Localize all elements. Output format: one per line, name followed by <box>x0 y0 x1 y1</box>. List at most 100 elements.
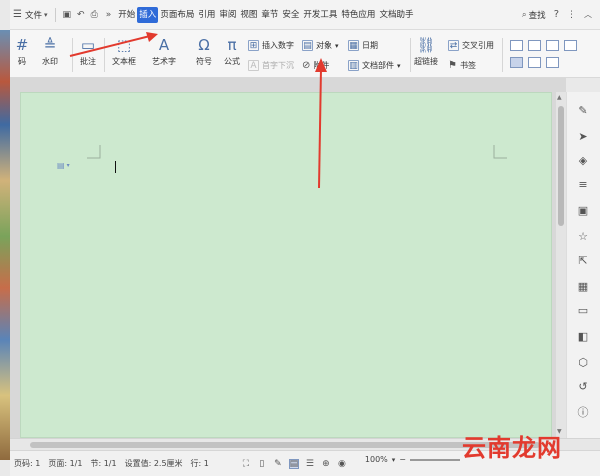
doc-parts-button[interactable]: ▥ 文档部件 ▾ <box>348 60 401 71</box>
tab-view[interactable]: 视图 <box>238 7 259 23</box>
site-watermark: 云南龙网 <box>462 434 562 462</box>
watermark-button[interactable]: ≜ 水印 <box>40 36 60 67</box>
omega-icon: Ω <box>198 36 210 54</box>
shield-icon[interactable]: ⬡ <box>575 354 591 370</box>
insert-number-button[interactable]: ⊞ 插入数字 <box>248 40 294 51</box>
comment-icon: ▭ <box>80 36 96 54</box>
paperclip-icon: ⊘ <box>302 60 311 71</box>
tab-insert[interactable]: 插入 <box>137 6 159 23</box>
divider <box>54 7 56 22</box>
date-button[interactable]: ▦ 日期 <box>348 40 378 51</box>
layout-option-4[interactable] <box>564 40 577 51</box>
cross-ref-button[interactable]: ⇄ 交叉引用 <box>448 40 494 51</box>
bookmark-button[interactable]: ⚑ 书签 <box>448 60 476 71</box>
tab-developer[interactable]: 开发工具 <box>301 7 339 23</box>
symbol-label: 符号 <box>196 57 212 66</box>
collapse-ribbon-icon[interactable]: ︿ <box>584 9 592 20</box>
paste-options-control[interactable]: ▤ ▾ <box>57 161 70 170</box>
gallery-icon[interactable]: ▣ <box>575 202 591 218</box>
outline-view-icon[interactable]: ☰ <box>305 459 315 469</box>
watermark-icon: ≜ <box>43 36 57 54</box>
layout-option-6[interactable] <box>528 57 541 68</box>
layout-option-7[interactable] <box>546 57 559 68</box>
help-circle-icon[interactable]: ⓘ <box>575 404 591 420</box>
tab-security[interactable]: 安全 <box>280 7 301 23</box>
eye-protect-icon[interactable]: ◉ <box>337 459 347 469</box>
more-menu-icon[interactable]: ⋮ <box>567 10 576 20</box>
bookmark-label: 书签 <box>459 61 476 70</box>
vertical-scrollbar[interactable]: ▲ ▼ <box>556 92 566 438</box>
edit-icon[interactable]: ✎ <box>575 102 591 118</box>
tab-special-apps[interactable]: 特色应用 <box>339 7 377 23</box>
archive-icon[interactable]: ▭ <box>575 302 591 318</box>
print-icon[interactable]: ⎙ <box>91 10 98 20</box>
reading-mode-icon[interactable]: ▯ <box>257 459 267 469</box>
layout-option-3[interactable] <box>546 40 559 51</box>
menu-bar: ☰ 文件 ▾ ▣ ↶ ⎙ » 开始 插入 页面布局 引用 审阅 视图 章节 安全… <box>10 0 600 30</box>
tab-review[interactable]: 审阅 <box>217 7 238 23</box>
share-icon[interactable]: ⇱ <box>575 252 591 268</box>
object-label: 对象 <box>316 41 332 50</box>
undo-icon[interactable]: ↶ <box>77 10 85 20</box>
drop-cap-button[interactable]: A 首字下沉 <box>248 60 294 71</box>
symbol-button[interactable]: Ω 符号 <box>194 36 214 67</box>
drop-cap-icon: A <box>248 60 259 71</box>
watermark-label: 水印 <box>42 57 58 66</box>
pen-icon[interactable]: ✎ <box>273 459 283 469</box>
layout-option-5[interactable] <box>510 57 523 68</box>
history-icon[interactable]: ↺ <box>575 378 591 394</box>
view-mode-icons: ⛶ ▯ ✎ ▤ ☰ ⊕ ◉ <box>241 458 347 469</box>
right-task-pane: ✎ ➤ ◈ ≡ ▣ ☆ ⇱ ▦ ▭ ◧ ⬡ ↺ ⓘ <box>566 92 600 438</box>
tab-doc-assistant[interactable]: 文档助手 <box>377 7 415 23</box>
adjust-icon[interactable]: ≡ <box>575 176 591 192</box>
image-icon[interactable]: ◧ <box>575 328 591 344</box>
desktop-background-strip <box>0 30 10 460</box>
wordart-button[interactable]: A 艺术字 <box>152 36 176 67</box>
web-view-icon[interactable]: ⊕ <box>321 459 331 469</box>
hyperlink-button[interactable]: ⛓ 超链接 <box>414 36 438 67</box>
more-icon[interactable]: » <box>106 10 112 20</box>
pointer-icon[interactable]: ➤ <box>575 128 591 144</box>
text-cursor <box>115 161 116 173</box>
comment-button[interactable]: ▭ 批注 <box>78 36 98 67</box>
status-page-count[interactable]: 页面: 1/1 <box>44 458 86 469</box>
scroll-thumb[interactable] <box>558 106 564 226</box>
zoom-level[interactable]: 100% <box>365 455 388 464</box>
file-menu[interactable]: ☰ 文件 ▾ <box>10 4 51 26</box>
page-view-icon[interactable]: ▤ <box>288 458 299 469</box>
zoom-slider[interactable] <box>410 458 460 461</box>
object-button[interactable]: ▤ 对象 ▾ <box>302 40 339 51</box>
apps-icon[interactable]: ▦ <box>575 278 591 294</box>
file-menu-label: 文件 <box>24 10 42 21</box>
layout-option-2[interactable] <box>528 40 541 51</box>
status-setting-value[interactable]: 设置值: 2.5厘米 <box>121 458 187 469</box>
textbox-icon: ⬚ <box>116 36 132 54</box>
formula-label: 公式 <box>224 57 240 66</box>
save-icon[interactable]: ▣ <box>63 10 72 20</box>
zoom-out-icon[interactable]: − <box>399 455 406 464</box>
tab-sections[interactable]: 章节 <box>259 7 280 23</box>
hamburger-icon: ☰ <box>13 9 22 20</box>
help-icon[interactable]: ? <box>554 9 559 20</box>
scroll-up-icon[interactable]: ▲ <box>557 94 562 101</box>
attachment-button[interactable]: ⊘ 附件 <box>302 60 329 71</box>
document-page[interactable]: ▤ ▾ <box>20 92 552 438</box>
formula-button[interactable]: π 公式 <box>222 36 242 67</box>
layout-option-1[interactable] <box>510 40 523 51</box>
tab-references[interactable]: 引用 <box>196 7 217 23</box>
divider <box>104 38 105 72</box>
fullscreen-icon[interactable]: ⛶ <box>241 459 251 469</box>
divider <box>502 38 503 72</box>
star-icon[interactable]: ☆ <box>575 228 591 244</box>
comment-label: 批注 <box>80 57 96 66</box>
tab-home[interactable]: 开始 <box>116 7 137 23</box>
chevron-down-icon: ▾ <box>335 41 339 50</box>
textbox-button[interactable]: ⬚ 文本框 <box>112 36 136 67</box>
search-button[interactable]: ⌕ 查找 <box>522 4 546 26</box>
pi-icon: π <box>227 36 237 54</box>
page-number-button[interactable]: # 码 <box>12 36 32 67</box>
chevron-down-icon[interactable]: ▾ <box>392 456 396 464</box>
chevron-down-icon: ▾ <box>43 10 48 19</box>
shapes-icon[interactable]: ◈ <box>575 152 591 168</box>
tab-page-layout[interactable]: 页面布局 <box>158 7 196 23</box>
